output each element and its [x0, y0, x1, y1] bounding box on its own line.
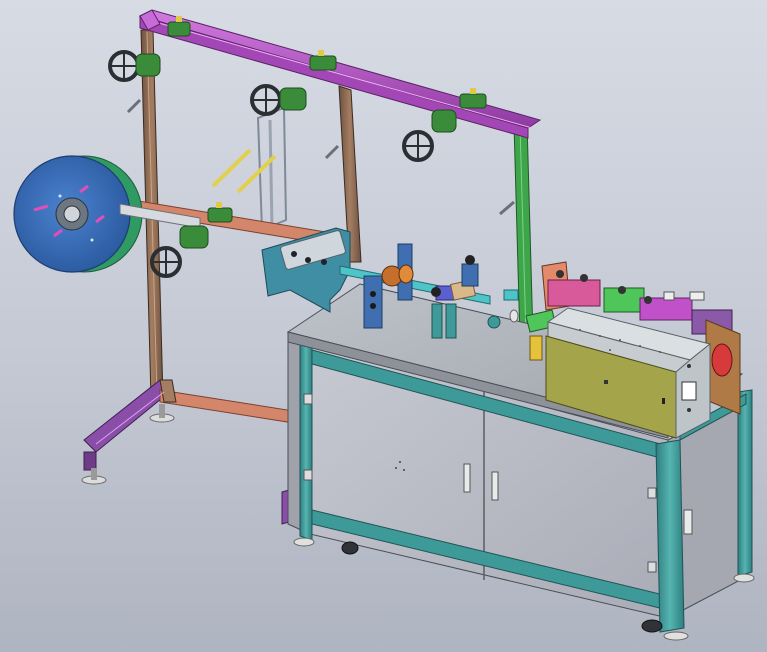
- machine-render: [13, 9, 755, 641]
- base-frame: [81, 379, 301, 525]
- material-reel: [13, 155, 201, 273]
- cad-viewport: [0, 0, 767, 652]
